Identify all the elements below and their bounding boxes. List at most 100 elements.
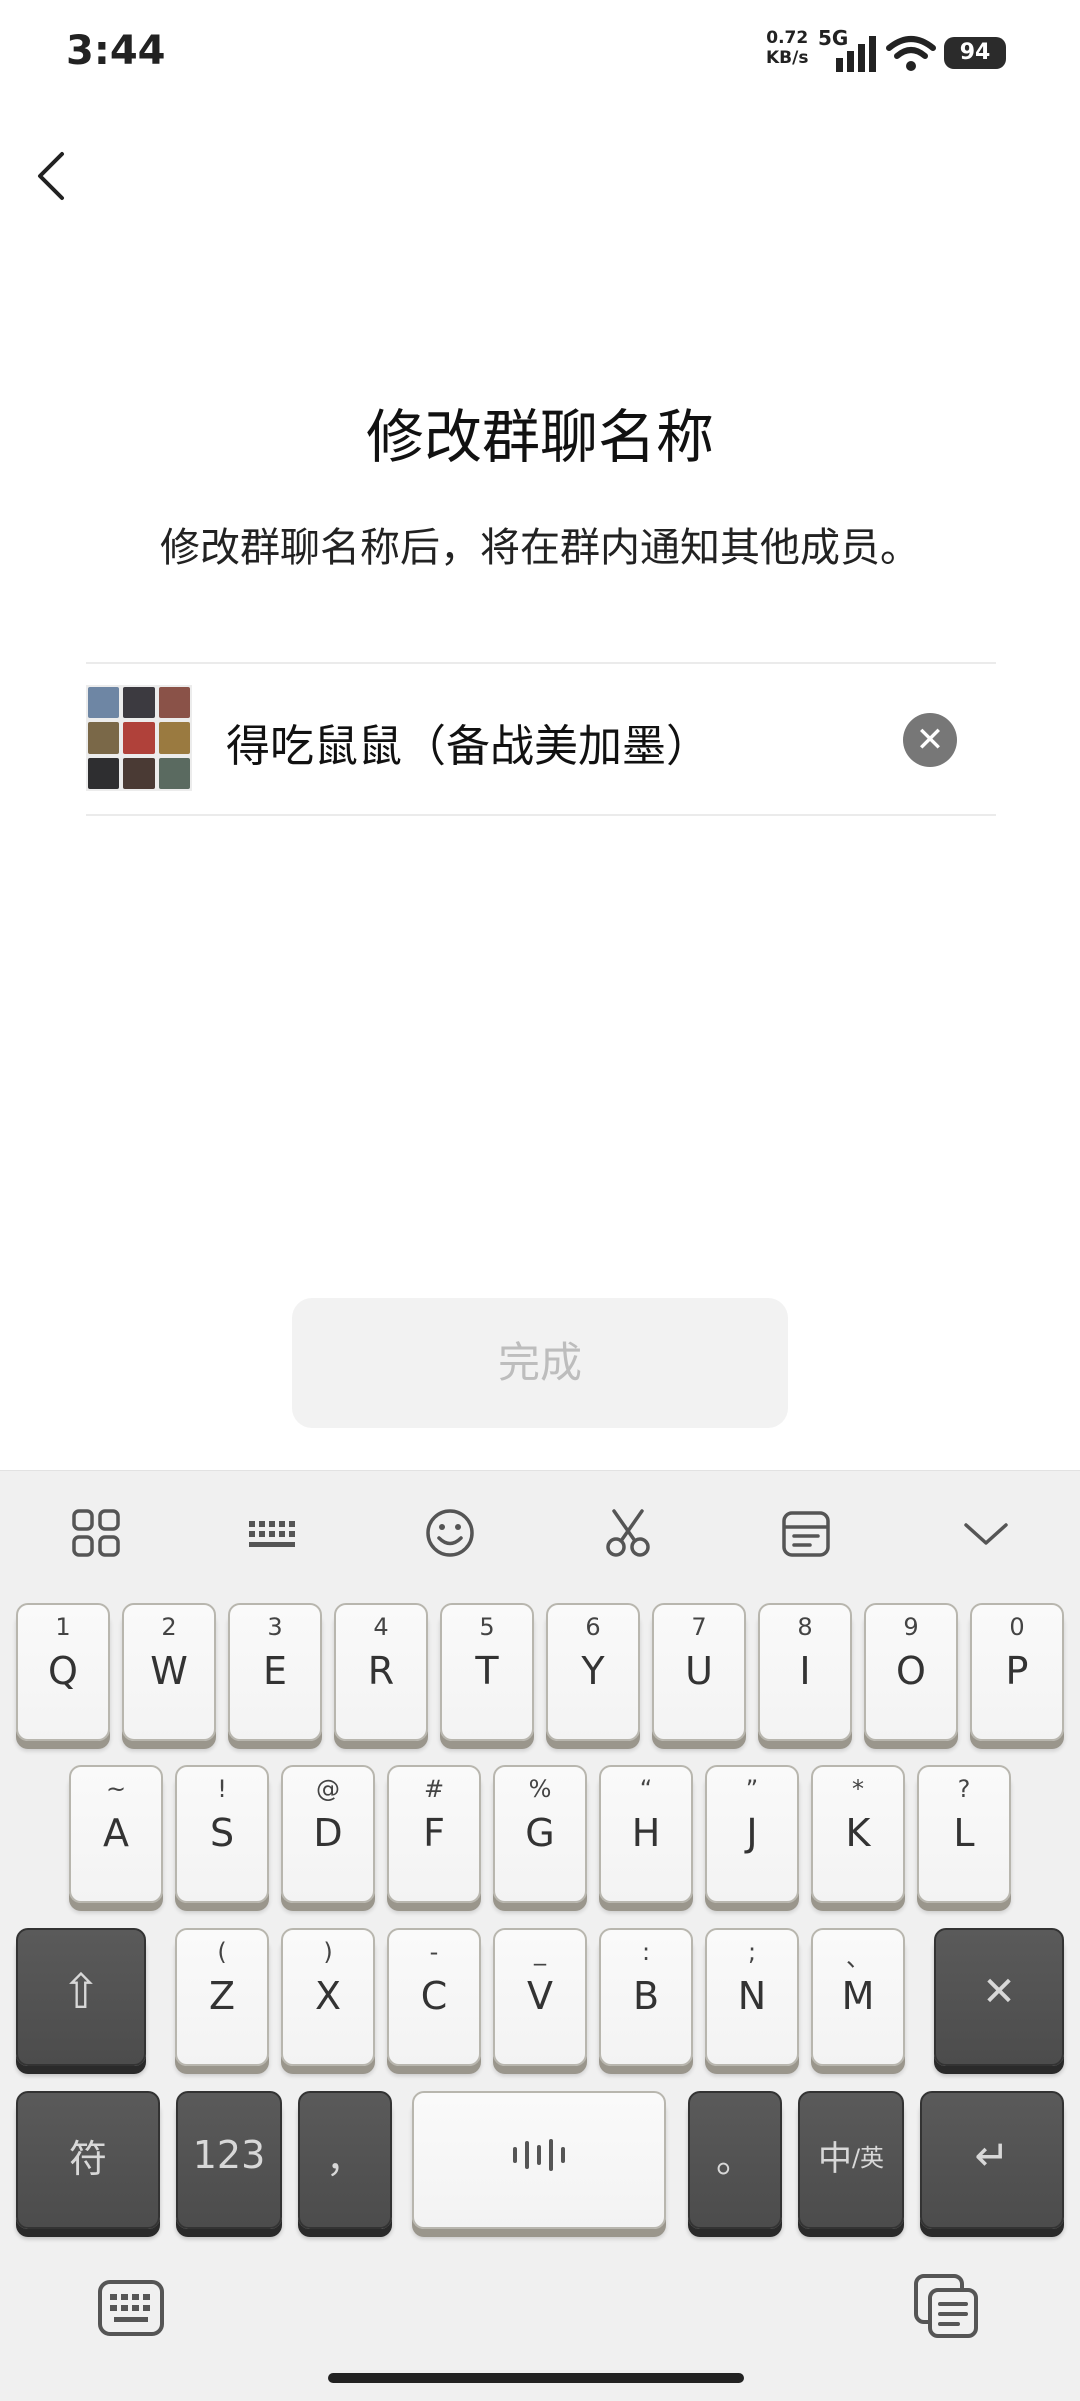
key-p[interactable]: 0P: [970, 1603, 1064, 1741]
keyboard-layout-icon[interactable]: [243, 1505, 303, 1561]
key-u[interactable]: 7U: [652, 1603, 746, 1741]
comma-key[interactable]: ，: [298, 2091, 392, 2229]
symbols-key[interactable]: 符: [16, 2091, 160, 2229]
key-sublabel: ~: [105, 1775, 127, 1803]
key-g[interactable]: % G: [493, 1765, 587, 1903]
key-sublabel: 6: [585, 1613, 601, 1641]
key-sublabel: 8: [797, 1613, 813, 1641]
group-name-input[interactable]: 得吃鼠鼠（备战美加墨）: [226, 710, 710, 774]
avatar-tile: [158, 722, 190, 754]
shift-key[interactable]: ⇧: [16, 1928, 146, 2066]
key-sublabel: 、: [846, 1944, 870, 1972]
status-time: 3:44: [66, 28, 166, 74]
key-m[interactable]: 、 M: [811, 1928, 905, 2066]
key-sublabel: ;: [747, 1938, 757, 1966]
divider-bottom: [86, 814, 996, 816]
clear-input-button[interactable]: ✕: [903, 713, 957, 767]
key-i[interactable]: 8I: [758, 1603, 852, 1741]
key-label: D: [313, 1811, 343, 1855]
key-sublabel: “: [639, 1775, 653, 1803]
key-label: 123: [192, 2133, 266, 2177]
key-q[interactable]: 1Q: [16, 1603, 110, 1741]
key-sublabel: 0: [1009, 1613, 1025, 1641]
clipboard-icon[interactable]: [776, 1505, 836, 1561]
key-sublabel: 4: [373, 1613, 389, 1641]
key-r[interactable]: 4R: [334, 1603, 428, 1741]
emoji-icon[interactable]: [420, 1505, 480, 1561]
key-sublabel: 9: [903, 1613, 919, 1641]
key-sublabel: _: [534, 1938, 546, 1966]
key-label: W: [150, 1649, 188, 1693]
key-z[interactable]: (Z: [175, 1928, 269, 2066]
network-speed: 0.72 KB/s: [766, 28, 808, 68]
key-v[interactable]: _ V: [493, 1928, 587, 2066]
key-s[interactable]: ! S: [175, 1765, 269, 1903]
key-a[interactable]: ~ A: [69, 1765, 163, 1903]
key-label: N: [737, 1974, 767, 2018]
delete-key[interactable]: ✕: [934, 1928, 1064, 2066]
key-h[interactable]: “H: [599, 1765, 693, 1903]
period-key[interactable]: 。: [688, 2091, 782, 2229]
key-sublabel: -: [429, 1938, 439, 1966]
language-switch-key[interactable]: 中/英: [798, 2091, 904, 2229]
battery-indicator: 94: [944, 37, 1006, 69]
key-sublabel: 1: [55, 1613, 71, 1641]
keyboard-switch-icon[interactable]: [96, 2278, 166, 2338]
key-label: K: [845, 1811, 871, 1855]
key-c[interactable]: -C: [387, 1928, 481, 2066]
chevron-down-icon[interactable]: [956, 1505, 1016, 1561]
key-label: T: [475, 1649, 499, 1693]
key-n[interactable]: ; N: [705, 1928, 799, 2066]
avatar-tile: [158, 757, 190, 789]
key-f[interactable]: # F: [387, 1765, 481, 1903]
avatar-tile: [123, 687, 155, 719]
key-d[interactable]: @ D: [281, 1765, 375, 1903]
home-indicator[interactable]: [328, 2373, 744, 2383]
key-j[interactable]: ” J: [705, 1765, 799, 1903]
avatar-tile: [123, 757, 155, 789]
key-label: ↵: [974, 2130, 1010, 2180]
grid-icon[interactable]: [66, 1505, 126, 1561]
key-label: F: [423, 1811, 445, 1855]
key-sublabel: %: [528, 1775, 552, 1803]
network-speed-value: 0.72: [766, 28, 809, 48]
avatar-tile: [88, 757, 120, 789]
back-arrow-icon[interactable]: [30, 146, 70, 206]
key-o[interactable]: 9O: [864, 1603, 958, 1741]
key-label: B: [632, 1974, 660, 2018]
key-label: H: [631, 1811, 661, 1855]
key-sublabel: ?: [957, 1775, 971, 1803]
page-subtitle: 修改群聊名称后，将在群内通知其他成员。: [160, 525, 920, 571]
key-label: U: [685, 1649, 713, 1693]
numbers-key[interactable]: 123: [176, 2091, 282, 2229]
divider-top: [86, 662, 996, 664]
key-label: ✕: [982, 1969, 1016, 2015]
signal-icon: [836, 36, 876, 72]
key-b[interactable]: :B: [599, 1928, 693, 2066]
key-label: A: [103, 1811, 129, 1855]
space-key[interactable]: [412, 2091, 666, 2229]
avatar-tile: [88, 722, 120, 754]
key-w[interactable]: 2W: [122, 1603, 216, 1741]
clipboard-stack-icon[interactable]: [912, 2272, 982, 2342]
avatar-tile: [158, 687, 190, 719]
scissors-icon[interactable]: [598, 1505, 658, 1561]
done-button[interactable]: 完成: [292, 1298, 788, 1428]
key-label: 符: [68, 2136, 107, 2181]
key-e[interactable]: 3E: [228, 1603, 322, 1741]
network-speed-unit: KB/s: [766, 48, 809, 68]
key-sublabel: ”: [745, 1775, 759, 1803]
key-label: Q: [48, 1649, 78, 1693]
key-label: O: [896, 1649, 926, 1693]
key-label: R: [367, 1649, 395, 1693]
key-label: 中/英: [817, 2138, 885, 2179]
key-label: L: [953, 1811, 975, 1855]
enter-key[interactable]: ↵: [920, 2091, 1064, 2229]
key-sublabel: 2: [161, 1613, 177, 1641]
key-y[interactable]: 6Y: [546, 1603, 640, 1741]
key-l[interactable]: ? L: [917, 1765, 1011, 1903]
key-k[interactable]: * K: [811, 1765, 905, 1903]
key-x[interactable]: ) X: [281, 1928, 375, 2066]
page-title: 修改群聊名称: [365, 403, 714, 471]
key-t[interactable]: 5T: [440, 1603, 534, 1741]
